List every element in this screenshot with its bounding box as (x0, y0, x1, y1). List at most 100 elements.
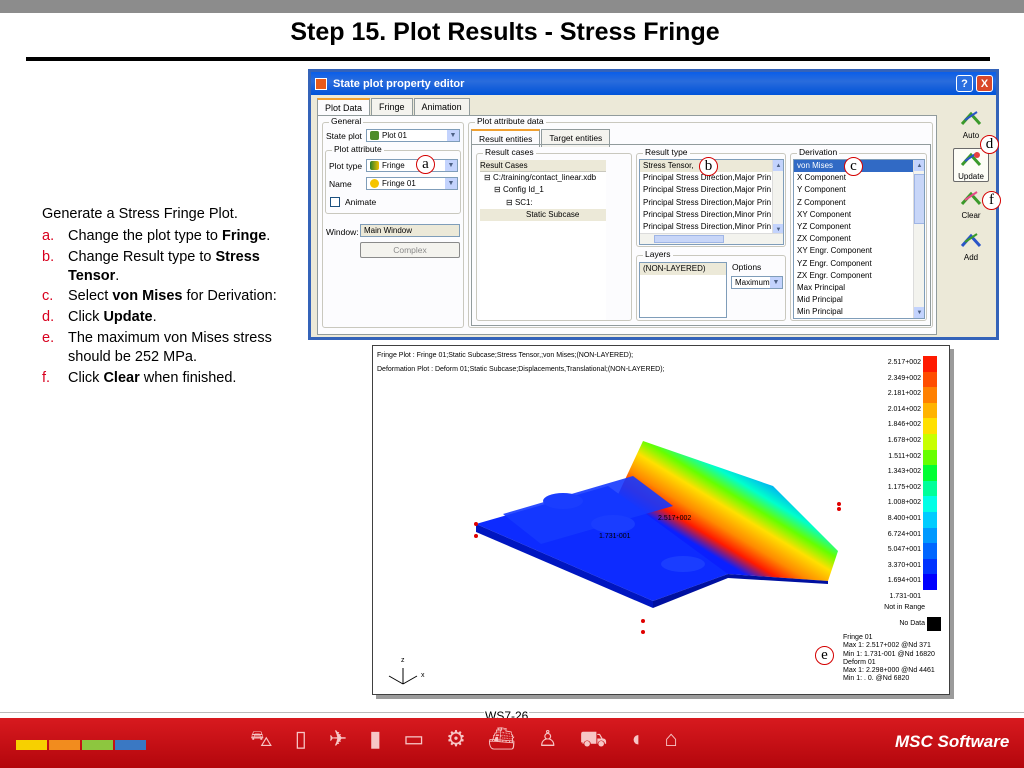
instructions: Generate a Stress Fringe Plot. a. Change … (42, 205, 287, 390)
node-marker (474, 534, 478, 538)
help-button[interactable]: ? (956, 75, 973, 92)
name-select[interactable]: Fringe 01 ▼ (366, 177, 458, 190)
derivation-item[interactable]: XY Engr. Component (794, 245, 924, 257)
window-title: State plot property editor (333, 77, 465, 90)
window-field: Main Window (360, 224, 460, 237)
scroll-up-icon[interactable]: ▲ (773, 160, 783, 171)
layers-list[interactable]: (NON-LAYERED) (639, 262, 727, 318)
state-plot-select[interactable]: Plot 01 ▼ (366, 129, 460, 142)
plot-type-select[interactable]: Fringe ▼ (366, 159, 458, 172)
step-text: Change Result type to (68, 248, 216, 265)
step-text: Click (68, 369, 104, 386)
legend-row: 1.008+002 (859, 496, 945, 512)
result-type-item[interactable]: Principal Stress Direction,Major Prin : (640, 197, 783, 209)
tree-item-label: Config Id_1 (502, 185, 544, 195)
options-label: Options (732, 262, 762, 272)
chevron-down-icon: ▼ (445, 160, 457, 171)
derivation-item[interactable]: YZ Component (794, 221, 924, 233)
title-rule (26, 57, 990, 61)
hscroll-thumb[interactable] (654, 235, 724, 243)
tree-item-static-subcase[interactable]: Static Subcase (480, 208, 606, 221)
legend-swatch (923, 371, 937, 388)
axis-x-label: x (421, 672, 425, 679)
derivation-item[interactable]: ZX Engr. Component (794, 270, 924, 282)
info-line: Max 1: 2.517+002 @Nd 371 (843, 642, 931, 650)
results-viewport[interactable]: Fringe Plot : Fringe 01;Static Subcase;S… (372, 345, 950, 695)
slide-title: Step 15. Plot Results - Stress Fringe (290, 18, 720, 46)
tree-item-label: SC1: (514, 197, 533, 207)
close-button[interactable]: X (976, 75, 993, 92)
legend-label: 1.846+002 (887, 421, 921, 429)
bolt-hole (543, 493, 583, 509)
complex-button[interactable]: Complex (360, 242, 460, 258)
derivation-item[interactable]: XY Component (794, 209, 924, 221)
legend-row: 1.846+002 (859, 418, 945, 434)
warning-icon (370, 179, 379, 188)
legend-label: 2.349+002 (887, 374, 921, 382)
scroll-down-icon[interactable]: ▼ (914, 307, 924, 318)
add-button[interactable]: Add (953, 230, 989, 262)
legend-row: 3.370+001 (859, 558, 945, 575)
update-button[interactable]: Update (953, 148, 989, 182)
step-bold: Update (103, 309, 153, 326)
result-type-hscrollbar[interactable] (640, 233, 783, 244)
tree-item-sc1[interactable]: ⊟ SC1: (480, 197, 606, 209)
derivation-list[interactable]: von Mises X Component Y Component Z Comp… (793, 159, 925, 319)
scroll-thumb[interactable] (914, 174, 924, 224)
legend-label: 1.511+002 (888, 452, 921, 460)
tree-collapse-icon[interactable]: ⊟ (494, 185, 501, 194)
result-cases-tree[interactable]: Result Cases ⊟ C:/training/contact_linea… (480, 160, 606, 320)
derivation-item[interactable]: Y Component (794, 184, 924, 196)
result-type-item[interactable]: Principal Stress Direction,Major Prin : (640, 184, 783, 196)
truck-icon: ⛟ (579, 726, 608, 751)
options-select[interactable]: Maximum ▼ (731, 276, 783, 289)
ship-icon: ⛴ (487, 726, 516, 751)
step-text: Click (68, 309, 104, 326)
derivation-scrollbar[interactable]: ▲ ▼ (913, 160, 924, 318)
tab-plot-data[interactable]: Plot Data (317, 98, 371, 116)
phone-icon: ▯ (294, 726, 307, 751)
clear-label: Clear (961, 211, 981, 220)
step-bold: Fringe (221, 227, 267, 244)
derivation-item[interactable]: Max Principal (794, 282, 924, 294)
update-icon (959, 149, 983, 171)
layer-item[interactable]: (NON-LAYERED) (640, 263, 726, 276)
derivation-item[interactable]: YZ Engr. Component (794, 258, 924, 270)
derivation-item[interactable]: Mid Principal (794, 294, 924, 306)
chevron-down-icon: ▼ (447, 130, 459, 141)
msc-software-logo: MSC Software (895, 732, 1010, 751)
tree-collapse-icon[interactable]: ⊟ (484, 173, 491, 182)
legend-label: 5.047+001 (887, 546, 921, 554)
legend-row: 2.517+002 (859, 356, 945, 372)
step-text-end: when finished. (139, 369, 237, 386)
step-letter: d. (42, 309, 55, 326)
animate-checkbox[interactable] (330, 197, 340, 207)
update-label: Update (958, 172, 984, 181)
result-type-item[interactable]: Principal Stress Direction,Minor Prin : (640, 221, 783, 233)
tree-item-config[interactable]: ⊟ Config Id_1 (480, 184, 606, 196)
editor-titlebar[interactable]: State plot property editor ? X (311, 72, 996, 95)
fringe-plot-model[interactable] (373, 346, 853, 694)
legend-swatch (923, 558, 937, 575)
derivation-item[interactable]: ZX Component (794, 233, 924, 245)
step-text-end: . (115, 267, 120, 284)
auto-button[interactable]: Auto (953, 108, 989, 140)
legend-swatch (923, 418, 937, 434)
state-plot-label: State plot (326, 131, 362, 141)
tree-item-xdb[interactable]: ⊟ C:/training/contact_linear.xdb (480, 172, 606, 184)
options-value: Maximum (735, 278, 770, 287)
info-line: Min 1: 1.731-001 @Nd 16820 (843, 650, 935, 658)
result-type-scrollbar[interactable]: ▲ ▼ (772, 160, 783, 235)
derivation-item[interactable]: Z Component (794, 197, 924, 209)
step-letter: c. (42, 288, 54, 305)
result-type-item[interactable]: Principal Stress Direction,Minor Prin : (640, 209, 783, 221)
node-marker (837, 502, 841, 506)
legend-row: 6.724+001 (859, 527, 945, 544)
tree-collapse-icon[interactable]: ⊟ (506, 198, 513, 207)
callout-e: e (815, 646, 834, 665)
derivation-item[interactable]: Min Principal (794, 306, 924, 318)
scroll-up-icon[interactable]: ▲ (914, 160, 924, 171)
legend-swatch (923, 574, 937, 590)
tab-fringe[interactable]: Fringe (371, 98, 413, 116)
tab-animation[interactable]: Animation (413, 98, 470, 116)
